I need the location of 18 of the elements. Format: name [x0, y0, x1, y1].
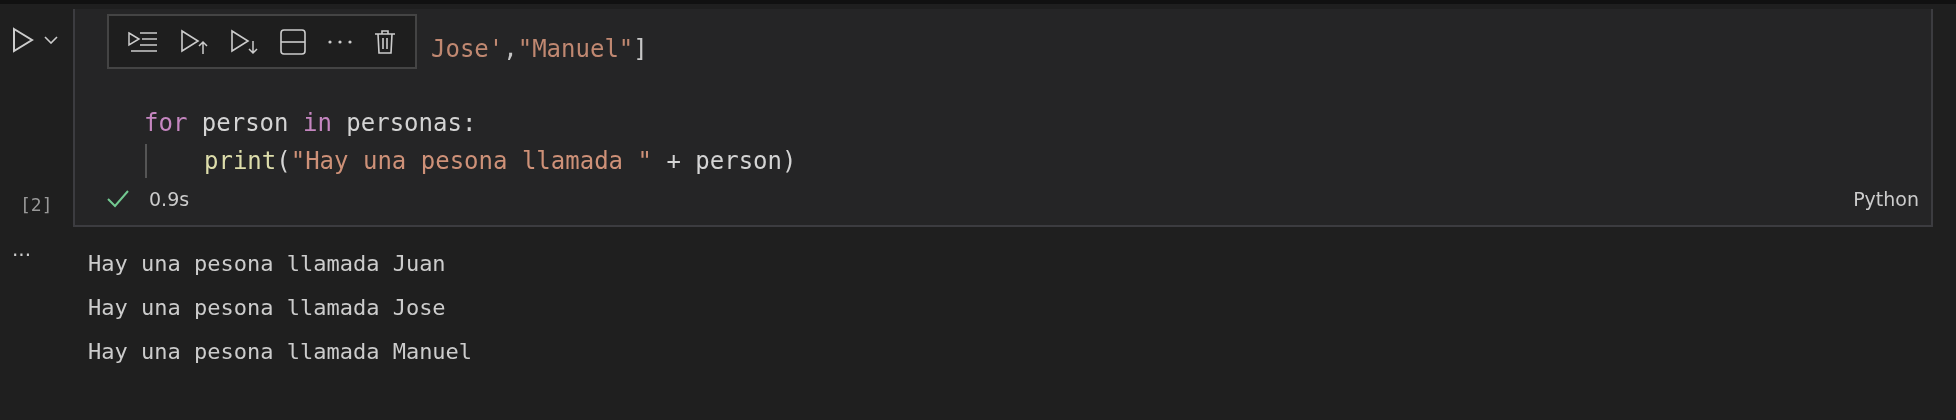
output-line: Hay una pesona llamada Juan	[88, 250, 447, 278]
code-line: for person in personas:	[144, 108, 477, 139]
more-icon[interactable]	[328, 39, 352, 44]
run-icon[interactable]	[12, 27, 34, 53]
code-line: print("Hay una pesona llamada " + person)	[145, 144, 797, 178]
language-label[interactable]: Python	[1853, 188, 1919, 210]
code-line: Jose',"Manuel"]	[431, 34, 648, 65]
execution-time: 0.9s	[149, 188, 190, 210]
execution-count: [2]	[19, 194, 53, 215]
run-by-line-icon[interactable]	[128, 30, 158, 53]
output-line: Hay una pesona llamada Jose	[88, 294, 447, 322]
trash-icon[interactable]	[374, 28, 396, 55]
run-with-up-arrow-icon[interactable]	[180, 28, 208, 55]
output-line: Hay una pesona llamada Manuel	[88, 338, 473, 366]
output-more-button[interactable]: ···	[0, 245, 88, 370]
run-with-down-arrow-icon[interactable]	[230, 28, 258, 55]
split-cell-icon[interactable]	[280, 28, 306, 55]
chevron-down-icon[interactable]	[44, 36, 58, 44]
